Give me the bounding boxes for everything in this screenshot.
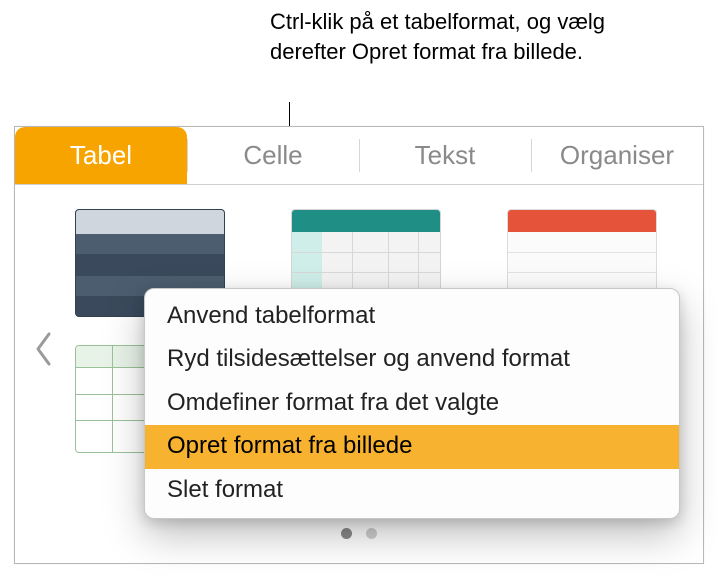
page-dot[interactable]: [366, 528, 377, 539]
context-menu: Anvend tabelformat Ryd tilsidesættelser …: [144, 288, 680, 519]
menu-item-apply-format[interactable]: Anvend tabelformat: [145, 295, 679, 338]
tab-tabel[interactable]: Tabel: [15, 127, 187, 184]
page-dot[interactable]: [341, 528, 352, 539]
tab-organiser[interactable]: Organiser: [531, 127, 703, 184]
menu-item-delete-format[interactable]: Slet format: [145, 469, 679, 512]
chevron-left-icon[interactable]: [33, 331, 55, 367]
tab-tekst[interactable]: Tekst: [359, 127, 531, 184]
page-indicator: [15, 528, 703, 539]
tab-celle[interactable]: Celle: [187, 127, 359, 184]
menu-item-create-from-image[interactable]: Opret format fra billede: [145, 425, 679, 468]
menu-item-clear-overrides[interactable]: Ryd tilsidesættelser og anvend format: [145, 338, 679, 381]
menu-item-redefine-format[interactable]: Omdefiner format fra det valgte: [145, 382, 679, 425]
inspector-tabs: Tabel Celle Tekst Organiser: [15, 127, 703, 185]
instruction-callout: Ctrl-klik på et tabelformat, og vælg der…: [270, 7, 630, 66]
